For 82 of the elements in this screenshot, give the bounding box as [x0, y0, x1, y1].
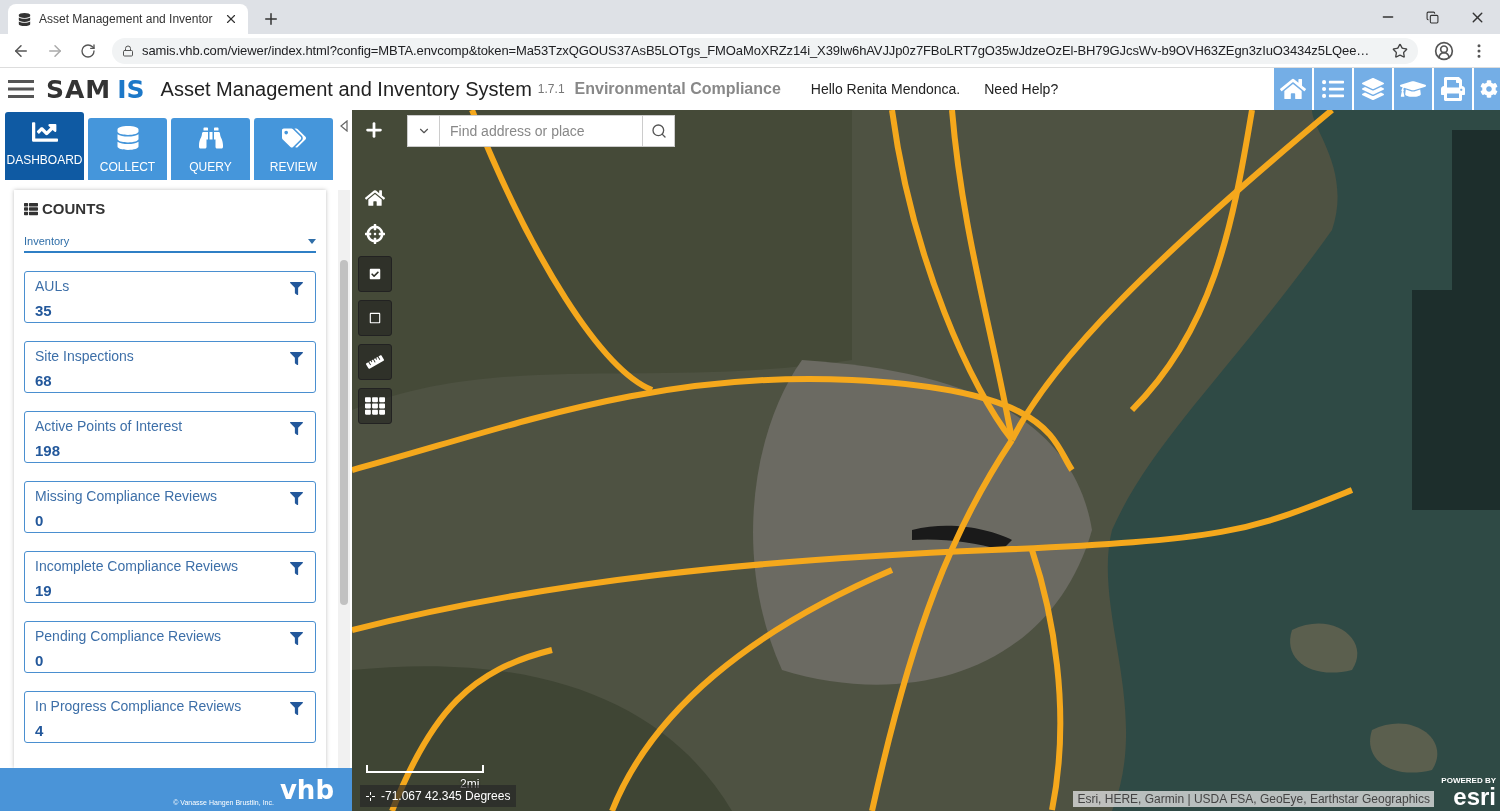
- profile-icon[interactable]: [1434, 40, 1454, 61]
- count-value: 19: [35, 582, 52, 599]
- grid-button[interactable]: [358, 388, 392, 424]
- count-card[interactable]: Site Inspections 68: [24, 341, 316, 393]
- count-value: 4: [35, 722, 44, 739]
- crosshair-icon: [366, 791, 375, 801]
- address-bar[interactable]: samis.vhb.com/viewer/index.html?config=MBTA.envcomp&token=Ma53TzxQGOUS37AsB5LOTgs_FMOaMoXRZz14i_X39lw6hAVJJp0z7FBoLRT7gO35wJdzeOzEl-BH79GJcsWv-b9OVH63ZEgn3zIuO3434z5LQee…: [112, 37, 1418, 64]
- grid-icon: [365, 396, 385, 416]
- panel-title: COUNTS: [42, 200, 106, 217]
- filter-icon[interactable]: [290, 282, 303, 295]
- count-value: 35: [35, 302, 52, 319]
- search-bar[interactable]: Find address or place: [407, 115, 675, 147]
- settings-icon: [1480, 80, 1498, 98]
- powered-by-text: POWERED BY: [1441, 776, 1496, 785]
- count-label: Incomplete Compliance Reviews: [35, 558, 239, 574]
- count-label: Site Inspections: [35, 348, 134, 364]
- home-icon: [365, 188, 385, 208]
- ruler-button[interactable]: [358, 344, 392, 380]
- checkbox-icon: [369, 268, 381, 280]
- list-icon: [24, 201, 38, 216]
- new-tab-icon[interactable]: [262, 10, 280, 28]
- count-card[interactable]: Active Points of Interest 198: [24, 411, 316, 463]
- count-card[interactable]: In Progress Compliance Reviews 4: [24, 691, 316, 743]
- star-icon[interactable]: [1392, 42, 1408, 59]
- layers-icon: [1362, 78, 1384, 100]
- count-card[interactable]: Pending Compliance Reviews 0: [24, 621, 316, 673]
- printer-icon: [1441, 77, 1465, 101]
- filter-icon[interactable]: [290, 422, 303, 435]
- caret-icon: [308, 238, 316, 244]
- help-link[interactable]: Need Help?: [984, 81, 1059, 97]
- filter-icon[interactable]: [290, 492, 303, 505]
- count-label: Active Points of Interest: [35, 418, 183, 434]
- url-text: samis.vhb.com/viewer/index.html?config=MBTA.envcomp&token=Ma53TzxQGOUS37AsB5LOTgs_FMOaMoXRZz14i_X39lw6hAVJJp0z7FBoLRT7gO35wJdzeOzEl-BH79GJcsWv-b9OVH63ZEgn3zIuO3434z5LQee…: [142, 43, 1371, 58]
- filter-icon[interactable]: [290, 352, 303, 365]
- esri-logo: esri: [1453, 785, 1496, 809]
- module-name: Environmental Compliance: [574, 80, 781, 98]
- tab-title: Asset Management and Inventor: [39, 12, 214, 26]
- chart-line-icon: [31, 119, 58, 145]
- count-card[interactable]: Missing Compliance Reviews 0: [24, 481, 316, 533]
- home-icon: [1280, 76, 1306, 102]
- coordinates-text: -71.067 42.345 Degrees: [381, 789, 511, 803]
- tags-icon: [281, 126, 306, 150]
- scrollbar[interactable]: [338, 190, 350, 768]
- version-text: 1.7.1: [537, 82, 565, 96]
- count-value: 0: [35, 512, 44, 529]
- greeting-text: Hello Renita Mendonca.: [810, 81, 961, 97]
- menu-icon[interactable]: [8, 79, 34, 99]
- category-dropdown[interactable]: Inventory: [24, 231, 316, 253]
- company-logo: vhb: [279, 774, 334, 805]
- sidebar-tab[interactable]: DASHBOARD: [5, 112, 84, 180]
- binoculars-icon: [198, 126, 223, 150]
- database-icon: [115, 126, 140, 150]
- crosshair-icon: [365, 224, 385, 244]
- count-label: AULs: [35, 278, 70, 294]
- reload-icon[interactable]: [80, 42, 96, 59]
- app-title: Asset Management and Inventory System: [160, 77, 532, 101]
- scale-label: 2mi: [460, 777, 480, 791]
- attribution-text: Esri, HERE, Garmin | USDA FSA, GeoEye, Earthstar Geographics: [1073, 791, 1434, 807]
- ruler-icon: [366, 353, 384, 371]
- filter-icon[interactable]: [290, 702, 303, 715]
- filter-icon[interactable]: [290, 562, 303, 575]
- count-card[interactable]: AULs 35: [24, 271, 316, 323]
- browser-tab[interactable]: Asset Management and Inventor: [8, 4, 248, 34]
- lock-icon: [122, 44, 134, 57]
- count-value: 0: [35, 652, 44, 669]
- count-value: 68: [35, 372, 52, 389]
- count-label: In Progress Compliance Reviews: [35, 698, 242, 714]
- collapse-icon[interactable]: [340, 120, 348, 132]
- logo-text: IS: [117, 74, 145, 104]
- logo-text: SAM: [46, 74, 112, 104]
- restore-icon[interactable]: [1426, 10, 1439, 24]
- count-value: 198: [35, 442, 61, 459]
- select-button[interactable]: [358, 256, 392, 292]
- plus-icon: [363, 119, 385, 141]
- filter-icon[interactable]: [290, 632, 303, 645]
- count-label: Missing Compliance Reviews: [35, 488, 218, 504]
- close-icon[interactable]: [224, 12, 238, 26]
- list-icon: [1322, 78, 1344, 100]
- count-label: Pending Compliance Reviews: [35, 628, 221, 644]
- square-button[interactable]: [358, 300, 392, 336]
- count-card[interactable]: Incomplete Compliance Reviews 19: [24, 551, 316, 603]
- search-icon: [650, 123, 667, 139]
